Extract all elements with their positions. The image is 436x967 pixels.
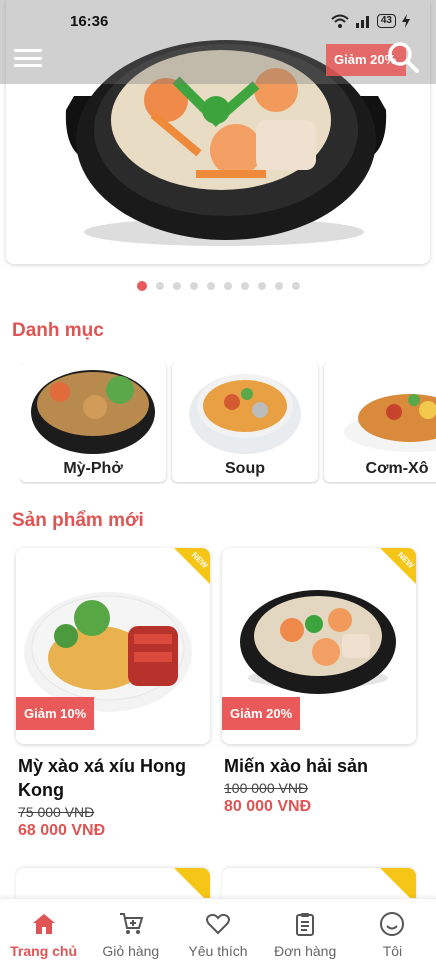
menu-button[interactable] <box>14 46 42 70</box>
status-time: 16:36 <box>70 12 109 30</box>
carousel-dot[interactable] <box>223 282 232 290</box>
category-card[interactable]: Cơm-Xô <box>324 362 436 482</box>
heart-icon <box>206 913 230 935</box>
nav-profile[interactable]: Tôi <box>349 899 436 967</box>
wifi-icon <box>331 14 349 28</box>
nav-orders[interactable]: Đơn hàng <box>262 899 349 967</box>
discount-badge: Giảm 10% <box>16 697 95 730</box>
category-card[interactable]: Mỳ-Phở <box>20 362 166 482</box>
smiley-icon <box>380 912 405 936</box>
search-icon[interactable] <box>386 40 420 74</box>
clipboard-icon <box>296 913 315 936</box>
carousel-dot[interactable] <box>206 282 215 290</box>
nav-home[interactable]: Trang chủ <box>0 899 87 967</box>
nav-label: Trang chủ <box>10 943 78 959</box>
category-image <box>189 374 301 454</box>
category-list[interactable]: Mỳ-Phở Soup Cơm-Xô <box>20 362 436 484</box>
menu-icon-line <box>14 64 42 67</box>
nav-cart[interactable]: Giỏ hàng <box>87 899 174 967</box>
new-products-title: Sản phẩm mới <box>12 510 144 531</box>
product-card[interactable]: NEW Giảm 10% <box>16 548 210 744</box>
cart-icon <box>119 913 144 934</box>
category-card[interactable]: Soup <box>172 362 318 482</box>
category-image <box>344 394 436 452</box>
product-new-price: 80 000 VNĐ <box>224 798 312 815</box>
nav-favorites[interactable]: Yêu thích <box>174 899 261 967</box>
product-new-price: 68 000 VNĐ <box>18 822 106 839</box>
product-old-price: 75 000 VNĐ <box>18 804 95 820</box>
nav-label: Đơn hàng <box>274 943 337 959</box>
nav-label: Yêu thích <box>188 943 248 959</box>
carousel-indicator <box>0 281 436 291</box>
category-label: Soup <box>225 460 265 477</box>
bottom-navigation: Trang chủ Giỏ hàng Yêu thích Đơn hàng Tô… <box>0 898 436 967</box>
nav-label: Giỏ hàng <box>102 943 160 959</box>
category-label: Cơm-Xô <box>365 460 429 477</box>
charging-icon <box>402 14 410 28</box>
carousel-dot[interactable] <box>155 282 164 290</box>
product-card[interactable]: NEW Giảm 20% <box>222 548 416 744</box>
carousel-dot[interactable] <box>291 282 300 290</box>
category-label: Mỳ-Phở <box>63 460 123 477</box>
carousel-dot[interactable] <box>240 282 249 290</box>
new-badge-icon: NEW <box>380 548 416 584</box>
signal-icon <box>355 16 369 28</box>
product-name: Miến xào hải sản <box>224 756 369 776</box>
carousel-dot[interactable] <box>189 282 198 290</box>
battery-icon: 43 <box>376 14 396 28</box>
menu-icon-line <box>14 56 42 60</box>
category-image <box>31 370 155 454</box>
product-item[interactable]: NEW Giảm 20% Miến xào hải sản 100 000 VN… <box>222 548 418 816</box>
carousel-dot[interactable] <box>172 282 181 290</box>
carousel-dot[interactable] <box>274 282 283 290</box>
carousel-dot[interactable] <box>257 282 266 290</box>
new-badge-icon: NEW <box>174 548 210 584</box>
discount-badge: Giảm 20% <box>222 697 301 730</box>
product-item[interactable]: NEW Giảm 10% Mỳ xào xá xíu Hong Kong 75 … <box>16 548 212 840</box>
product-old-price: 100 000 VNĐ <box>224 780 309 796</box>
menu-icon-line <box>14 49 42 52</box>
status-bar: 16:36 43 <box>0 0 436 42</box>
home-icon <box>32 914 55 934</box>
product-name: Mỳ xào xá xíu Hong Kong <box>18 756 187 800</box>
status-icons: 43 <box>331 14 410 28</box>
carousel-dot-active[interactable] <box>136 281 147 291</box>
nav-label: Tôi <box>382 943 403 959</box>
categories-title: Danh mục <box>12 320 104 341</box>
